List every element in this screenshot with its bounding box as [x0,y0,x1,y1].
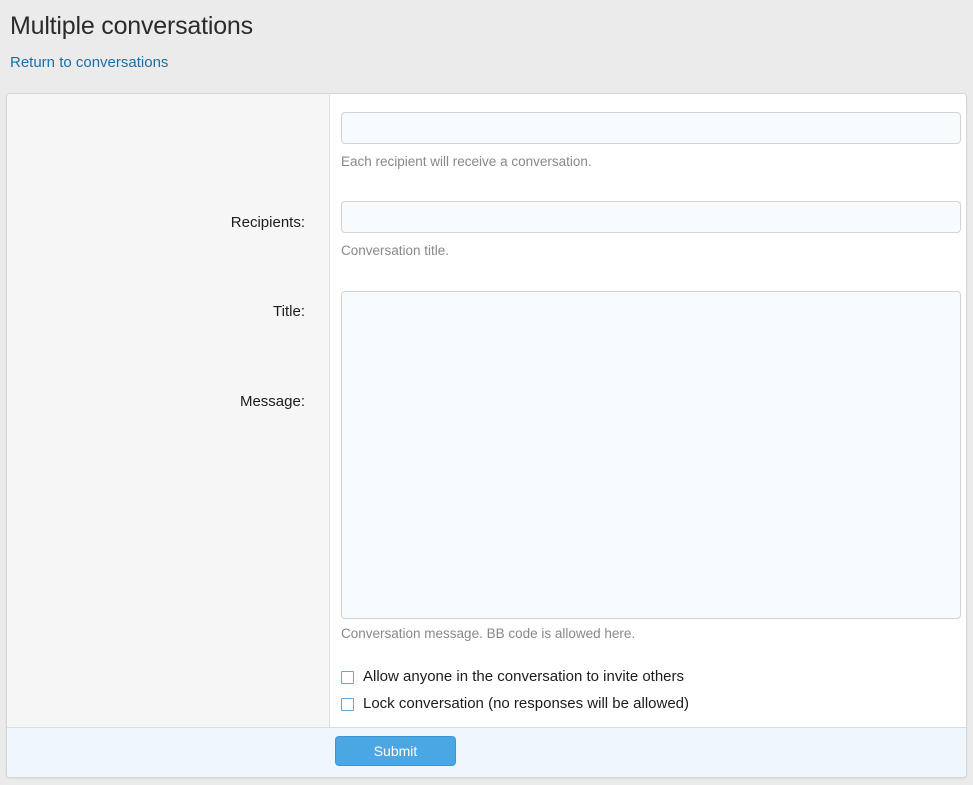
title-label: Title: [29,303,329,321]
form-footer: Submit [7,727,967,777]
title-input[interactable] [341,201,961,233]
page-header: Multiple conversations Return to convers… [0,0,973,88]
lock-conversation-checkbox-label: Lock conversation (no responses will be … [363,695,689,713]
recipients-label: Recipients: [29,214,329,232]
page-root: Multiple conversations Return to convers… [0,0,973,785]
label-gutter-column: Recipients: Title: Message: [7,94,330,727]
lock-conversation-checkbox[interactable] [341,698,354,711]
message-textarea[interactable] [341,291,961,619]
form-panel: Recipients: Title: Message: Each recipie… [6,93,967,778]
message-label: Message: [29,393,329,411]
page-title: Multiple conversations [10,10,253,42]
recipients-input[interactable] [341,112,961,144]
title-hint: Conversation title. [341,243,449,259]
allow-invite-checkbox-label: Allow anyone in the conversation to invi… [363,668,684,686]
recipients-hint: Each recipient will receive a conversati… [341,154,592,170]
lock-conversation-checkbox-row[interactable]: Lock conversation (no responses will be … [341,693,689,715]
allow-invite-checkbox[interactable] [341,671,354,684]
submit-button[interactable]: Submit [335,736,456,766]
return-to-conversations-link[interactable]: Return to conversations [10,54,168,72]
allow-invite-checkbox-row[interactable]: Allow anyone in the conversation to invi… [341,666,684,688]
form-content-column: Each recipient will receive a conversati… [331,94,966,727]
message-hint: Conversation message. BB code is allowed… [341,626,635,642]
